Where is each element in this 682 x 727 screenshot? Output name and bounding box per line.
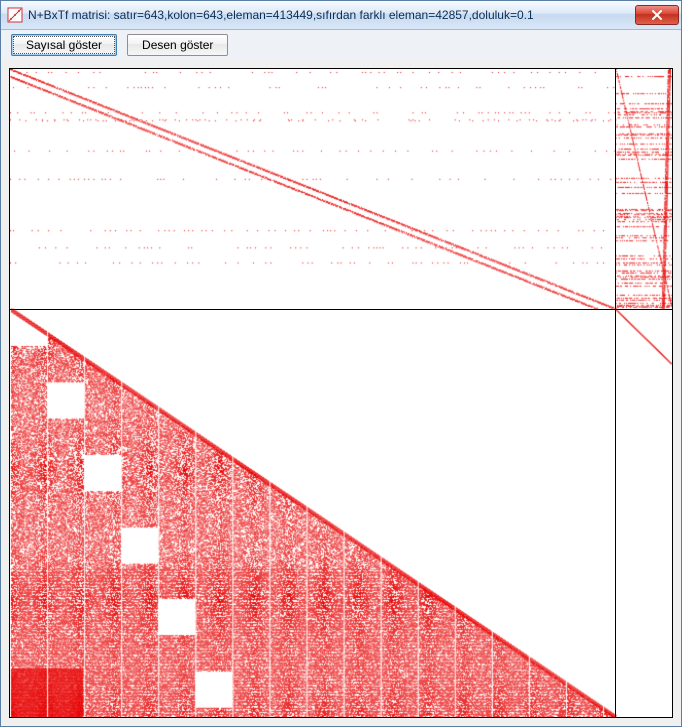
- toolbar: Sayısal göster Desen göster: [1, 30, 681, 60]
- window-title: N+BxTf matrisi: satır=643,kolon=643,elem…: [28, 8, 635, 22]
- close-button[interactable]: [635, 5, 679, 25]
- content-area: [1, 60, 681, 726]
- matrix-pattern-view: [9, 68, 673, 718]
- numeric-view-button[interactable]: Sayısal göster: [11, 34, 117, 56]
- row-partition-line: [10, 309, 672, 310]
- app-icon: [7, 7, 23, 23]
- app-window: N+BxTf matrisi: satır=643,kolon=643,elem…: [0, 0, 682, 727]
- pattern-view-button[interactable]: Desen göster: [127, 34, 228, 56]
- close-icon: [651, 10, 663, 20]
- col-partition-line: [615, 69, 616, 717]
- titlebar: N+BxTf matrisi: satır=643,kolon=643,elem…: [1, 1, 681, 30]
- sparsity-pattern-canvas: [10, 69, 672, 717]
